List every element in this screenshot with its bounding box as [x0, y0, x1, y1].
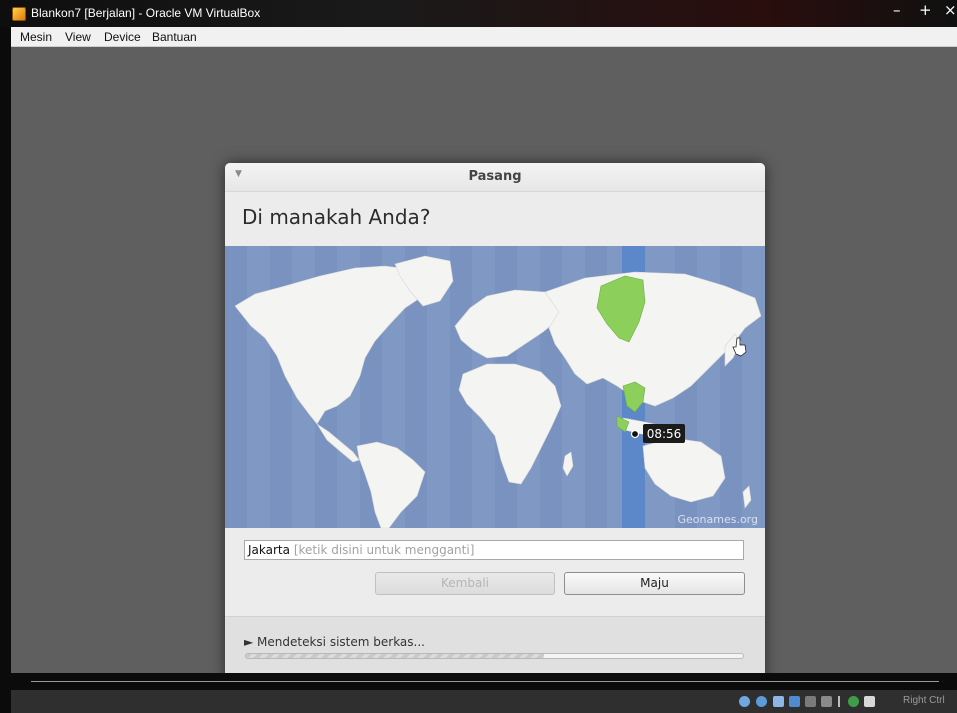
status-label: Mendeteksi sistem berkas...	[257, 635, 425, 649]
guest-display[interactable]: ▼ Pasang Di manakah Anda? 08:56 Geonames…	[11, 47, 957, 673]
menu-device[interactable]: Device	[104, 30, 141, 44]
close-button[interactable]: ×	[944, 1, 957, 19]
detect-expander[interactable]: ► Mendeteksi sistem berkas...	[244, 635, 425, 649]
menu-view[interactable]: View	[65, 30, 91, 44]
window-title: Blankon7 [Berjalan] - Oracle VM VirtualB…	[31, 6, 261, 20]
dialog-title: Pasang	[468, 169, 522, 184]
status-area: ► Mendeteksi sistem berkas...	[225, 616, 765, 673]
minimize-button[interactable]: –	[893, 1, 901, 19]
back-button[interactable]: Kembali	[375, 572, 555, 595]
usb-icon[interactable]	[773, 696, 784, 707]
menu-mesin[interactable]: Mesin	[20, 30, 52, 44]
city-hint: [ketik disini untuk mengganti]	[293, 543, 475, 557]
menubar: Mesin View Device Bantuan	[11, 27, 957, 47]
location-marker[interactable]	[630, 429, 640, 439]
time-label: 08:56	[647, 427, 682, 441]
shared-folders-icon[interactable]	[805, 696, 816, 707]
map-attribution: Geonames.org	[678, 513, 759, 526]
page-heading: Di manakah Anda?	[242, 205, 431, 229]
vm-statusbar: Right Ctrl	[11, 690, 957, 713]
statusbar-divider	[838, 696, 840, 707]
city-input[interactable]: Jakarta [ketik disini untuk mengganti]	[244, 540, 744, 560]
display-icon[interactable]	[821, 696, 832, 707]
virtualbox-icon	[12, 7, 26, 21]
virtualization-icon[interactable]	[848, 696, 859, 707]
maximize-button[interactable]: +	[919, 1, 932, 19]
city-value: Jakarta	[248, 543, 290, 557]
cdrom-icon[interactable]	[756, 696, 767, 707]
next-button[interactable]: Maju	[564, 572, 745, 595]
window-left-border	[0, 27, 11, 713]
host-key-label: Right Ctrl	[903, 695, 945, 706]
expander-arrow-icon: ►	[244, 635, 258, 649]
harddisk-icon[interactable]	[739, 696, 750, 707]
progress-bar	[245, 653, 744, 659]
window-titlebar: Blankon7 [Berjalan] - Oracle VM VirtualB…	[0, 0, 957, 27]
network-icon[interactable]	[789, 696, 800, 707]
separator-line	[31, 681, 939, 682]
menu-bantuan[interactable]: Bantuan	[152, 30, 197, 44]
mouse-integration-icon[interactable]	[864, 696, 875, 707]
installer-dialog: ▼ Pasang Di manakah Anda? 08:56 Geonames…	[225, 163, 765, 673]
bottom-area: Right Ctrl	[11, 673, 957, 713]
progress-fill	[246, 654, 545, 658]
timezone-map[interactable]: 08:56 Geonames.org	[225, 246, 765, 528]
dialog-titlebar: ▼ Pasang	[225, 163, 765, 192]
